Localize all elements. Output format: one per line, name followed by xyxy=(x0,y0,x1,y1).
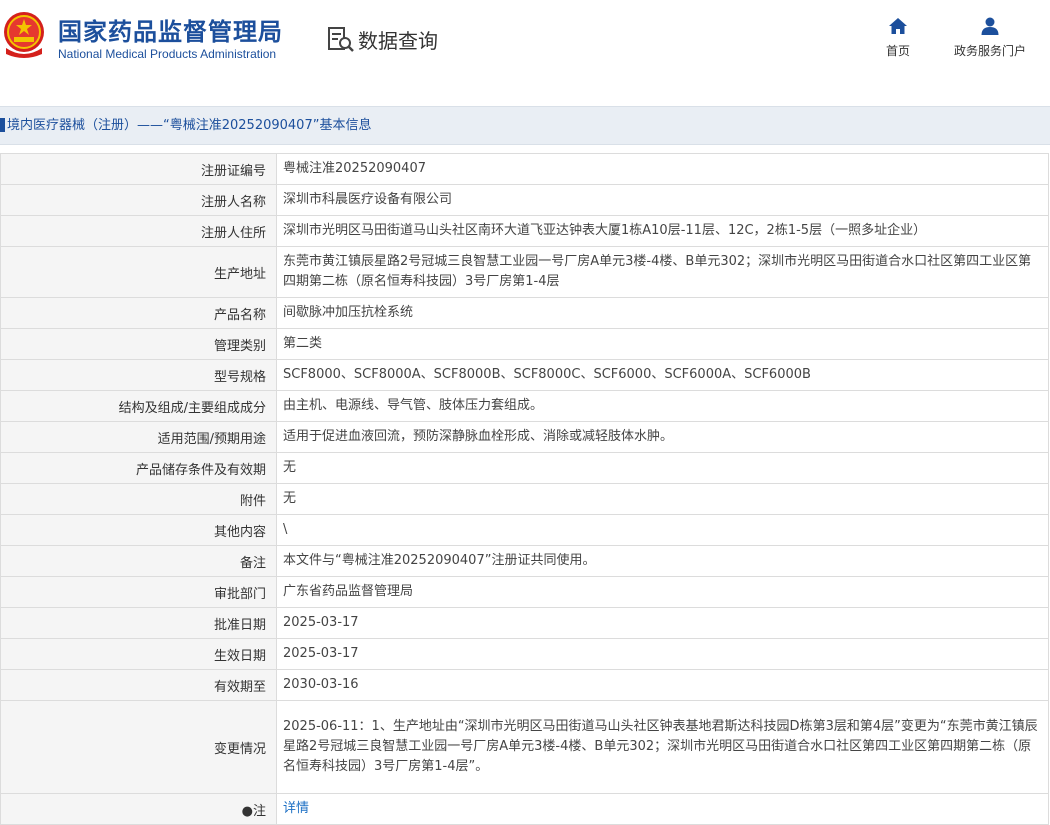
info-label: 适用范围/预期用途 xyxy=(0,421,277,453)
site-header: 国家药品监督管理局 National Medical Products Admi… xyxy=(0,0,1050,92)
info-value: 深圳市科晨医疗设备有限公司 xyxy=(276,184,1049,216)
info-row: 有效期至 2030-03-16 xyxy=(0,669,1049,701)
info-row: 管理类别 第二类 xyxy=(0,328,1049,360)
info-label: 结构及组成/主要组成成分 xyxy=(0,390,277,422)
document-search-icon xyxy=(328,27,354,52)
info-label: 有效期至 xyxy=(0,669,277,701)
note-row: ●注 详情 xyxy=(0,793,1049,825)
info-row: 注册人住所 深圳市光明区马田街道马山头社区南环大道飞亚达钟表大厦1栋A10层-11… xyxy=(0,215,1049,247)
info-label: 变更情况 xyxy=(0,700,277,794)
nav-services-label: 政务服务门户 xyxy=(953,44,1026,58)
info-value: 2025-03-17 xyxy=(276,607,1049,639)
info-row: 批准日期 2025-03-17 xyxy=(0,607,1049,639)
info-row: 附件无 xyxy=(0,483,1049,515)
info-row: 注册人名称 深圳市科晨医疗设备有限公司 xyxy=(0,184,1049,216)
info-value: 适用于促进血液回流，预防深静脉血栓形成、消除或减轻肢体水肿。 xyxy=(276,421,1049,453)
info-value: 粤械注准20252090407 xyxy=(276,153,1049,185)
info-label: 生效日期 xyxy=(0,638,277,670)
info-value: 无 xyxy=(276,452,1049,484)
info-row: 变更情况 2025-06-11：1、生产地址由“深圳市光明区马田街道马山头社区钟表… xyxy=(0,700,1049,794)
info-label: 批准日期 xyxy=(0,607,277,639)
info-value: 无 xyxy=(276,483,1049,515)
info-value: 2030-03-16 xyxy=(276,669,1049,701)
info-label: 注册证编号 xyxy=(0,153,277,185)
info-row: 产品名称 间歇脉冲加压抗栓系统 xyxy=(0,297,1049,329)
info-label: 注册人住所 xyxy=(0,215,277,247)
info-value: 由主机、电源线、导气管、肢体压力套组成。 xyxy=(276,390,1049,422)
org-name-en: National Medical Products Administration xyxy=(58,47,277,61)
info-value: \ xyxy=(276,514,1049,546)
info-label: 生产地址 xyxy=(0,246,277,298)
user-icon xyxy=(981,17,999,35)
info-value: 本文件与“粤械注准20252090407”注册证共同使用。 xyxy=(276,545,1049,577)
info-row: 审批部门 广东省药品监督管理局 xyxy=(0,576,1049,608)
info-row: 产品储存条件及有效期无 xyxy=(0,452,1049,484)
info-row: 适用范围/预期用途 适用于促进血液回流，预防深静脉血栓形成、消除或减轻肢体水肿。 xyxy=(0,421,1049,453)
info-row: 型号规格 SCF8000、SCF8000A、SCF8000B、SCF8000C、S… xyxy=(0,359,1049,391)
info-label: 产品名称 xyxy=(0,297,277,329)
record-title: 境内医疗器械（注册）——“粤械注准20252090407”基本信息 xyxy=(7,118,372,133)
info-row: 注册证编号 粤械注准20252090407 xyxy=(0,153,1049,185)
info-label: 备注 xyxy=(0,545,277,577)
info-row: 生效日期 2025-03-17 xyxy=(0,638,1049,670)
info-row: 其他内容 \ xyxy=(0,514,1049,546)
national-emblem-icon xyxy=(4,12,44,58)
info-label: 其他内容 xyxy=(0,514,277,546)
info-value: 第二类 xyxy=(276,328,1049,360)
nav-home[interactable]: 首页 xyxy=(880,16,916,59)
details-link[interactable]: 详情 xyxy=(283,801,309,816)
info-label: 管理类别 xyxy=(0,328,277,360)
note-label: ●注 xyxy=(0,793,277,825)
info-label: 型号规格 xyxy=(0,359,277,391)
info-value: 东莞市黄江镇辰星路2号冠城三良智慧工业园一号厂房A单元3楼-4楼、B单元302；… xyxy=(276,246,1049,298)
info-value: 广东省药品监督管理局 xyxy=(276,576,1049,608)
org-name-cn: 国家药品监督管理局 xyxy=(58,18,283,46)
data-query-title: 数据查询 xyxy=(358,28,438,53)
device-info-table: 注册证编号 粤械注准20252090407 注册人名称 深圳市科晨医疗设备有限公司 注册… xyxy=(0,153,1049,825)
info-label: 附件 xyxy=(0,483,277,515)
nav-home-label: 首页 xyxy=(885,44,910,58)
info-label: 注册人名称 xyxy=(0,184,277,216)
info-row: 结构及组成/主要组成成分 由主机、电源线、导气管、肢体压力套组成。 xyxy=(0,390,1049,422)
info-value: 深圳市光明区马田街道马山头社区南环大道飞亚达钟表大厦1栋A10层-11层、12C… xyxy=(276,215,1049,247)
info-label: 审批部门 xyxy=(0,576,277,608)
home-icon xyxy=(889,18,907,34)
note-value: 详情 xyxy=(276,793,1049,825)
info-row: 备注 本文件与“粤械注准20252090407”注册证共同使用。 xyxy=(0,545,1049,577)
info-value: 间歇脉冲加压抗栓系统 xyxy=(276,297,1049,329)
nav-services-portal[interactable]: 政务服务门户 xyxy=(945,16,1035,59)
device-info-body: 注册证编号 粤械注准20252090407 注册人名称 深圳市科晨医疗设备有限公司 注册… xyxy=(0,153,1049,825)
data-query-heading: 数据查询 xyxy=(326,24,438,54)
info-value: SCF8000、SCF8000A、SCF8000B、SCF8000C、SCF60… xyxy=(276,359,1049,391)
info-value: 2025-03-17 xyxy=(276,638,1049,670)
info-label: 产品储存条件及有效期 xyxy=(0,452,277,484)
title-marker-icon xyxy=(0,117,5,132)
info-row: 生产地址 东莞市黄江镇辰星路2号冠城三良智慧工业园一号厂房A单元3楼-4楼、B单元… xyxy=(0,246,1049,298)
info-value: 2025-06-11：1、生产地址由“深圳市光明区马田街道马山头社区钟表基地君斯… xyxy=(276,700,1049,794)
record-title-bar: 境内医疗器械（注册）——“粤械注准20252090407”基本信息 xyxy=(0,106,1050,145)
